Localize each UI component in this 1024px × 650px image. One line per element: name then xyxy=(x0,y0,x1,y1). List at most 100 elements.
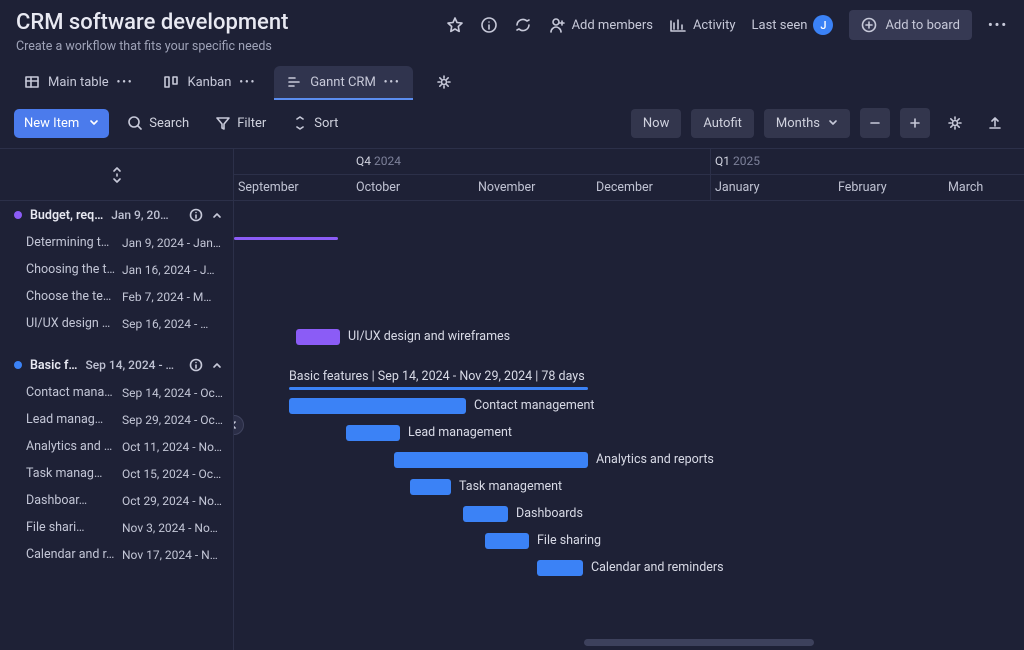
sync-button[interactable] xyxy=(514,16,532,34)
month-label: January xyxy=(715,175,760,195)
task-row[interactable]: Contact mana… Sep 14, 2024 - Oct… xyxy=(0,379,233,406)
expand-collapse-icon[interactable] xyxy=(110,166,124,184)
task-name: UI/UX design an… xyxy=(26,316,116,331)
autofit-button[interactable]: Autofit xyxy=(691,109,754,138)
gear-icon xyxy=(436,74,452,90)
task-bar[interactable] xyxy=(410,479,451,495)
gantt-area[interactable]: UI/UX design and wireframesBasic feature… xyxy=(234,201,1024,650)
search-button[interactable]: Search xyxy=(119,109,197,137)
task-dates: Jan 9, 2024 - Jan… xyxy=(122,236,223,250)
task-bar[interactable] xyxy=(394,452,588,468)
task-bar-label: Calendar and reminders xyxy=(591,560,724,575)
sort-button[interactable]: Sort xyxy=(284,109,346,137)
now-label: Now xyxy=(643,116,669,131)
activity-label: Activity xyxy=(693,18,736,33)
left-header xyxy=(0,149,233,201)
gantt-panel[interactable]: Q4 2024 Q1 2025 September October Novemb… xyxy=(234,149,1024,650)
task-row[interactable]: Choosing the ty… Jan 16, 2024 - J… xyxy=(0,256,233,283)
add-to-board-button[interactable]: Add to board xyxy=(849,10,972,40)
sort-label: Sort xyxy=(314,116,338,131)
task-dates: Feb 7, 2024 - M… xyxy=(122,290,223,304)
task-row[interactable]: Determining th… Jan 9, 2024 - Jan… xyxy=(0,229,233,256)
favorite-button[interactable] xyxy=(446,16,464,34)
task-bar[interactable] xyxy=(296,329,340,345)
view-settings-button[interactable] xyxy=(429,67,459,97)
filter-icon xyxy=(215,115,231,131)
tab-kanban[interactable]: Kanban ••• xyxy=(151,66,268,98)
kanban-icon xyxy=(163,74,179,90)
task-name: Choosing the ty… xyxy=(26,262,116,277)
avatar: J xyxy=(813,15,833,35)
month-label: October xyxy=(356,175,400,195)
task-row[interactable]: Choose the tech… Feb 7, 2024 - M… xyxy=(0,283,233,310)
add-members-button[interactable]: Add members xyxy=(548,16,653,34)
task-row[interactable]: Dashboar… Oct 29, 2024 - Nov 9, 2… xyxy=(0,487,233,514)
info-button[interactable] xyxy=(480,16,498,34)
settings-button[interactable] xyxy=(940,108,970,138)
new-item-button[interactable]: New Item xyxy=(14,109,109,138)
info-icon[interactable] xyxy=(189,358,203,372)
activity-button[interactable]: Activity xyxy=(669,16,736,34)
info-icon[interactable] xyxy=(189,208,203,222)
task-bar[interactable] xyxy=(537,560,583,576)
task-bar[interactable] xyxy=(346,425,400,441)
now-button[interactable]: Now xyxy=(631,109,681,138)
activity-icon xyxy=(669,16,687,34)
month-row: September October November December Janu… xyxy=(234,175,1024,201)
minus-icon xyxy=(868,116,882,130)
task-row[interactable]: File shari… Nov 3, 2024 - Nov 14, 2… xyxy=(0,514,233,541)
tab-more-icon[interactable]: ••• xyxy=(384,77,401,88)
tab-main-table[interactable]: Main table ••• xyxy=(12,66,145,98)
task-row[interactable]: UI/UX design an… Sep 16, 2024 - … xyxy=(0,310,233,337)
horizontal-scrollbar[interactable] xyxy=(584,639,814,646)
last-seen[interactable]: Last seen J xyxy=(752,15,834,35)
quarter-row: Q4 2024 Q1 2025 xyxy=(234,149,1024,175)
group-timeline-label: Basic features | Sep 14, 2024 - Nov 29, … xyxy=(289,369,585,384)
task-bar[interactable] xyxy=(485,533,529,549)
task-bar[interactable] xyxy=(463,506,508,522)
tab-label: Main table xyxy=(48,75,109,90)
chevron-up-icon[interactable] xyxy=(211,359,223,371)
task-dates: Nov 3, 2024 - Nov 14, 2… xyxy=(122,521,223,535)
group-name: Budget, req… xyxy=(30,208,103,223)
month-label: March xyxy=(948,175,983,195)
group-dates: Sep 14, 2024 - … xyxy=(85,358,181,372)
task-dates: Sep 14, 2024 - Oct… xyxy=(122,386,223,400)
dots-icon: ••• xyxy=(988,18,1008,33)
group-header[interactable]: Basic f… Sep 14, 2024 - … xyxy=(0,351,233,379)
view-tabs: Main table ••• Kanban ••• Gannt CRM ••• xyxy=(0,66,1024,98)
person-plus-icon xyxy=(548,16,566,34)
tab-more-icon[interactable]: ••• xyxy=(117,77,134,88)
task-row[interactable]: Calendar and r… Nov 17, 2024 - N… xyxy=(0,541,233,568)
zoom-out-button[interactable] xyxy=(860,108,890,138)
task-row[interactable]: Analytics and … Oct 11, 2024 - Nov… xyxy=(0,433,233,460)
q4-label: Q4 2024 xyxy=(356,149,401,168)
task-list-panel: Budget, req… Jan 9, 20… Determining th… … xyxy=(0,149,234,650)
tab-more-icon[interactable]: ••• xyxy=(239,77,256,88)
header-actions: Add members Activity Last seen J Add to … xyxy=(446,10,1008,40)
task-dates: Nov 17, 2024 - N… xyxy=(122,548,223,562)
search-label: Search xyxy=(149,116,189,131)
task-row[interactable]: Task manag… Oct 15, 2024 - Oct … xyxy=(0,460,233,487)
task-bar-label: Analytics and reports xyxy=(596,452,714,467)
group-timeline-bar[interactable] xyxy=(234,237,338,240)
filter-button[interactable]: Filter xyxy=(207,109,274,137)
tab-label: Gannt CRM xyxy=(310,75,376,90)
chevron-up-icon[interactable] xyxy=(211,209,223,221)
tab-gannt[interactable]: Gannt CRM ••• xyxy=(274,66,412,98)
export-button[interactable] xyxy=(980,108,1010,138)
task-bar[interactable] xyxy=(289,398,466,414)
group-timeline-bar[interactable] xyxy=(289,387,588,390)
more-menu-button[interactable]: ••• xyxy=(988,18,1008,33)
group-dates: Jan 9, 20… xyxy=(111,208,181,222)
period-selector[interactable]: Months xyxy=(764,109,850,138)
task-name: Determining th… xyxy=(26,235,116,250)
task-bar-label: Task management xyxy=(459,479,562,494)
group-color-dot xyxy=(14,211,22,219)
group-header[interactable]: Budget, req… Jan 9, 20… xyxy=(0,201,233,229)
task-groups: Budget, req… Jan 9, 20… Determining th… … xyxy=(0,201,233,582)
zoom-in-button[interactable] xyxy=(900,108,930,138)
month-label: December xyxy=(596,175,653,195)
chevron-down-icon xyxy=(89,118,99,128)
task-row[interactable]: Lead manag… Sep 29, 2024 - Oct … xyxy=(0,406,233,433)
